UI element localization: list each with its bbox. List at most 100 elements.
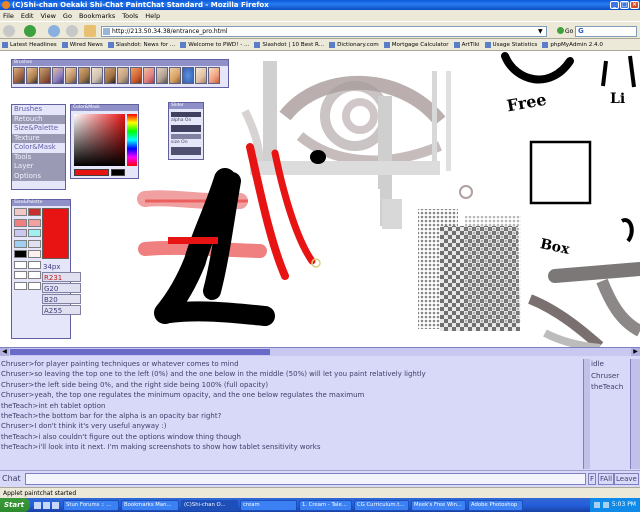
menu-bookmarks[interactable]: Bookmarks	[79, 12, 115, 20]
start-button[interactable]: Start	[0, 498, 30, 512]
brush-icon[interactable]	[26, 67, 38, 84]
blue-value[interactable]: B20	[42, 294, 81, 304]
palette-swatch[interactable]	[28, 218, 41, 227]
menu-help[interactable]: Help	[145, 12, 160, 20]
palette-swatch[interactable]	[28, 229, 41, 237]
tool-menu-color-mask[interactable]: Color&Mask	[12, 143, 65, 153]
palette-swatch[interactable]	[14, 271, 27, 279]
brush-icon[interactable]	[39, 67, 51, 84]
bookmark-item[interactable]: Mortgage Calculator	[383, 41, 449, 48]
taskbar-item[interactable]: Bookmarks Man...	[121, 499, 179, 511]
user-item[interactable]: Chruser	[590, 371, 630, 383]
brush-icon[interactable]	[156, 67, 168, 84]
stop-icon[interactable]	[66, 25, 78, 37]
taskbar-item[interactable]: 1. Cream - Tale...	[299, 499, 352, 511]
close-button[interactable]: ×	[630, 1, 639, 9]
palette-swatch[interactable]	[14, 229, 27, 237]
user-item[interactable]: theTeach	[590, 382, 630, 394]
bookmark-item[interactable]: Usage Statistics	[484, 41, 537, 48]
menu-go[interactable]: Go	[63, 12, 72, 20]
bookmark-item[interactable]: Wired News	[61, 41, 103, 48]
chat-scrollbar[interactable]	[583, 359, 590, 469]
tool-menu-texture[interactable]: Texture	[12, 133, 65, 143]
url-dropdown-icon[interactable]: ▼	[538, 28, 543, 35]
brush-icon[interactable]	[13, 67, 25, 84]
leave-button[interactable]: Leave	[614, 473, 639, 485]
brush-icon[interactable]	[130, 67, 142, 84]
user-item[interactable]: idle	[590, 359, 630, 371]
tool-menu-layer[interactable]: Layer	[12, 162, 65, 172]
palette-swatch[interactable]	[14, 239, 27, 248]
tool-menu-size-palette[interactable]: Size&Palette	[12, 124, 65, 134]
palette-swatch[interactable]	[28, 208, 41, 216]
bookmark-item[interactable]: ArtTiki	[453, 41, 480, 48]
alpha-min-slider[interactable]	[171, 125, 201, 132]
brush-icon[interactable]	[52, 67, 64, 84]
back-icon[interactable]	[3, 25, 15, 37]
paint-canvas[interactable]: Free Box Li Brushes Brushes Retouch Size…	[0, 51, 640, 348]
bookmark-item[interactable]: Welcome to PWD! - ...	[180, 41, 249, 48]
mask-color-swatch[interactable]	[111, 169, 125, 176]
brush-icon[interactable]	[143, 67, 155, 84]
alpha-value[interactable]: A255	[42, 305, 81, 315]
size-min-slider[interactable]	[171, 147, 201, 155]
menu-view[interactable]: View	[40, 12, 55, 20]
ie-icon[interactable]	[34, 501, 41, 509]
green-value[interactable]: G20	[42, 283, 81, 293]
f-button[interactable]: F	[588, 473, 597, 485]
palette-swatch[interactable]	[28, 271, 41, 279]
brush-icon[interactable]	[104, 67, 116, 84]
size-slider[interactable]	[171, 134, 201, 139]
palette-swatch[interactable]	[28, 239, 41, 248]
reload-icon[interactable]	[48, 25, 60, 37]
menu-tools[interactable]: Tools	[122, 12, 138, 20]
maximize-button[interactable]: □	[620, 1, 629, 9]
tool-menu-options[interactable]: Options	[12, 171, 65, 181]
canvas-drawing[interactable]: Free Box Li	[0, 51, 640, 348]
scroll-right-icon[interactable]: ▶	[631, 348, 640, 356]
palette-swatch[interactable]	[14, 260, 27, 269]
desktop-icon[interactable]	[43, 501, 50, 509]
tray-icon[interactable]	[602, 502, 609, 508]
taskbar-item[interactable]: cream	[240, 499, 297, 511]
bookmark-item[interactable]: Latest Headlines	[2, 41, 57, 48]
bookmark-item[interactable]: phpMyAdmin 2.4.0	[542, 41, 603, 48]
search-input[interactable]: G	[575, 26, 637, 37]
scroll-left-icon[interactable]: ◀	[0, 348, 9, 356]
alpha-on-label[interactable]: alpha On	[171, 118, 201, 124]
url-bar[interactable]: http://213.50.34.38/entrance_pro.html	[101, 26, 547, 37]
palette-swatch[interactable]	[14, 281, 27, 290]
tray-icon[interactable]	[593, 502, 600, 508]
brush-icon[interactable]	[117, 67, 129, 84]
scroll-thumb[interactable]	[10, 349, 270, 355]
canvas-horizontal-scrollbar[interactable]: ◀ ▶	[0, 347, 640, 356]
alpha-slider[interactable]	[171, 112, 201, 117]
brush-icon[interactable]	[91, 67, 103, 84]
fall-button[interactable]: FAll	[598, 473, 615, 485]
red-value[interactable]: R231	[42, 272, 81, 282]
menu-edit[interactable]: Edit	[21, 12, 34, 20]
home-icon[interactable]	[84, 25, 96, 37]
user-list-scrollbar[interactable]	[630, 359, 640, 469]
taskbar-item[interactable]: CG Curriculum.t...	[354, 499, 409, 511]
tool-menu-tools[interactable]: Tools	[12, 152, 65, 162]
chat-input[interactable]	[25, 473, 586, 485]
palette-swatch[interactable]	[28, 260, 41, 269]
taskbar-item[interactable]: Adobe Photoshop	[468, 499, 523, 511]
hue-slider[interactable]	[127, 114, 137, 166]
taskbar-item[interactable]: Meek's Free Win...	[411, 499, 466, 511]
water-drop-icon[interactable]	[182, 67, 194, 84]
palette-swatch[interactable]	[14, 250, 27, 258]
palette-swatch[interactable]	[14, 208, 27, 216]
palette-swatch[interactable]	[14, 218, 27, 227]
taskbar-item[interactable]: Stun Forums :: ...	[63, 499, 119, 511]
brush-icon[interactable]	[195, 67, 207, 84]
bookmark-item[interactable]: Dictionary.com	[329, 41, 379, 48]
bookmark-item[interactable]: Slashdot: News for ...	[107, 41, 175, 48]
forward-icon[interactable]	[24, 25, 36, 37]
color-picker-square[interactable]	[74, 114, 125, 166]
bookmark-item[interactable]: Slashdot | 10 Best R...	[254, 41, 324, 48]
palette-swatch[interactable]	[28, 250, 41, 258]
minimize-button[interactable]: _	[610, 1, 619, 9]
go-button[interactable]: Go	[557, 27, 573, 35]
